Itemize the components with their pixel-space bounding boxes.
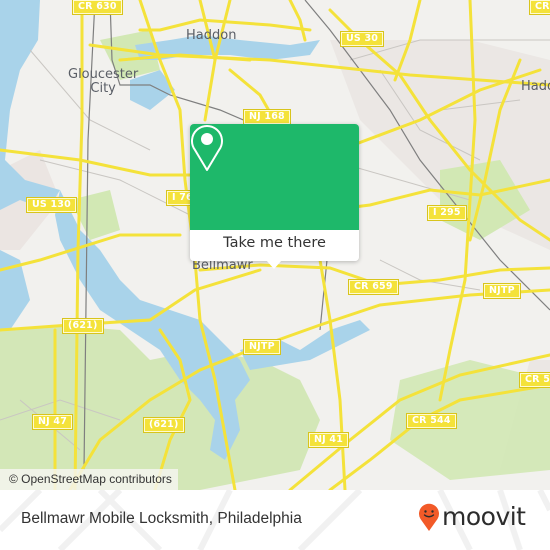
- road-shield-us30: US 30: [339, 31, 385, 47]
- place-label-haddon: Haddon: [186, 28, 237, 43]
- road-shield-621-south: (621): [143, 417, 185, 433]
- take-me-there-button[interactable]: Take me there: [190, 230, 359, 261]
- river: [0, 250, 30, 330]
- moovit-smiley-pin-icon: [419, 503, 439, 531]
- road-shield-us130: US 130: [26, 197, 77, 213]
- moovit-wordmark: moovit: [442, 502, 526, 531]
- moovit-logo[interactable]: moovit: [418, 502, 526, 532]
- place-label-bellmawr: Bellmawr: [192, 258, 253, 273]
- road-shield-cr659: CR 659: [348, 279, 399, 295]
- place-title: Bellmawr Mobile Locksmith, Philadelphia: [21, 510, 302, 527]
- road-shield-njtp-center: NJTP: [243, 339, 281, 355]
- road-shield-cr630: CR 630: [72, 0, 123, 15]
- road-shield-621-west: (621): [62, 318, 104, 334]
- map-view[interactable]: Haddon Gloucester City Hadd Bellmawr CR …: [0, 0, 550, 490]
- place-label-haddonfield: Hadd: [521, 79, 550, 94]
- road-shield-nj41: NJ 41: [307, 432, 350, 448]
- map-attribution[interactable]: © OpenStreetMap contributors: [0, 469, 178, 490]
- popup-header[interactable]: [190, 124, 359, 230]
- popup-tail: [266, 260, 282, 269]
- road-shield-cr-top-right: CR: [529, 0, 550, 15]
- road-shield-cr54-east: CR 54: [519, 372, 550, 388]
- take-me-there-popup[interactable]: Take me there: [190, 124, 359, 269]
- footer-bar: Bellmawr Mobile Locksmith, Philadelphia …: [0, 490, 550, 550]
- road-shield-i295: I 295: [427, 205, 467, 221]
- place-label-gloucester-city: Gloucester City: [68, 67, 139, 96]
- road-shield-cr544: CR 544: [406, 413, 457, 429]
- road-shield-nj47: NJ 47: [31, 414, 74, 430]
- road-shield-nj168: NJ 168: [243, 109, 291, 125]
- map-pin-icon: [191, 125, 223, 171]
- road-shield-njtp-east: NJTP: [483, 283, 521, 299]
